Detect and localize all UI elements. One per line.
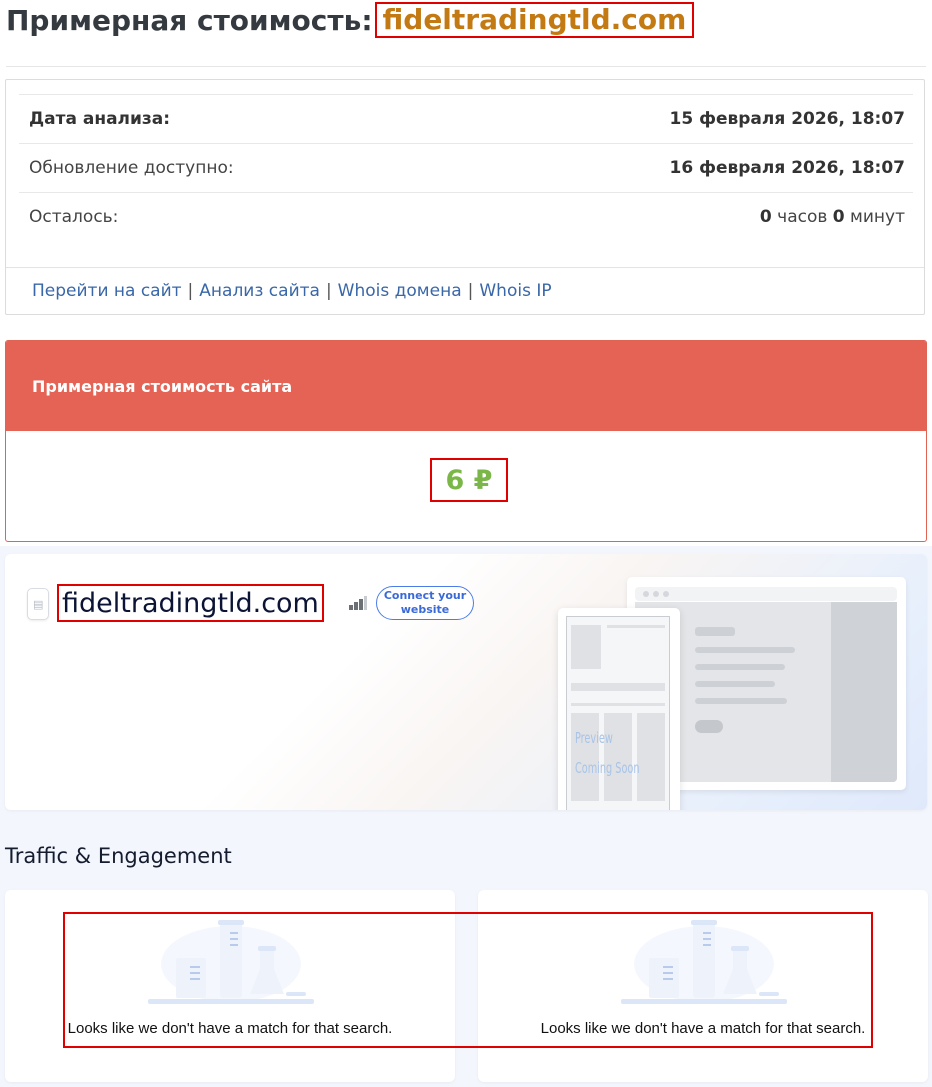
link-separator: | [187,281,194,301]
browser-dot-icon [663,591,669,597]
time-left-value: 0 часов 0 минут [760,207,905,227]
update-available-row: Обновление доступно: 16 февраля 2026, 18… [19,143,913,191]
browser-dot-icon [643,591,649,597]
site-overview-card: ▤ fideltradingtld.com Connect your websi… [5,554,927,810]
minutes-unit: минут [850,206,905,227]
mobile-frame: Preview Coming Soon [566,616,670,810]
update-available-label: Обновление доступно: [29,157,234,178]
preview-line-2: Coming Soon [575,759,640,777]
lab-flask-illustration-icon [148,920,314,1004]
analysis-date-label: Дата анализа: [29,108,171,129]
empty-state-message: Looks like we don't have a match for tha… [67,1020,393,1037]
placeholder-line [695,664,785,670]
placeholder-block [571,625,601,669]
minutes-value: 0 [832,206,845,227]
analysis-date-row: Дата анализа: 15 февраля 2026, 18:07 [19,94,913,142]
site-domain: fideltradingtld.com [57,584,324,622]
time-left-row: Осталось: 0 часов 0 минут [19,192,913,240]
link-separator: | [467,281,474,301]
estimated-cost-heading: Примерная стоимость сайта [6,341,926,431]
placeholder-line [695,698,787,704]
page-title-domain: fideltradingtld.com [374,2,695,38]
link-go-to-site[interactable]: Перейти на сайт [32,281,182,301]
placeholder-line [571,683,665,691]
empty-state-card-right: Looks like we don't have a match for tha… [478,890,928,1082]
browser-sidebar [831,602,897,782]
empty-state-message: Looks like we don't have a match for tha… [540,1020,866,1037]
link-whois-ip[interactable]: Whois IP [479,281,551,301]
link-separator: | [325,281,332,301]
placeholder-line [695,627,735,636]
link-whois-domain[interactable]: Whois домена [338,281,462,301]
placeholder-line [571,703,665,706]
placeholder-line [695,681,775,687]
estimated-cost-value: 6 ₽ [430,458,508,502]
page-title-prefix: Примерная стоимость: [6,3,373,37]
traffic-engagement-title: Traffic & Engagement [5,844,232,868]
empty-state-card-left: Looks like we don't have a match for tha… [5,890,455,1082]
lab-flask-illustration-icon [621,920,787,1004]
placeholder-line [695,647,795,653]
traffic-widget: ▤ fideltradingtld.com Connect your websi… [0,546,932,1087]
mobile-preview-illustration: Preview Coming Soon [558,608,680,810]
hours-unit: часов [777,206,828,227]
divider [6,66,926,67]
connect-website-button[interactable]: Connect your website [376,586,474,620]
time-left-label: Осталось: [29,206,119,227]
placeholder-block [637,713,665,801]
preview-line-1: Preview [575,729,613,747]
analysis-date-value: 15 февраля 2026, 18:07 [669,108,905,129]
link-site-analysis[interactable]: Анализ сайта [199,281,320,301]
rank-bars-icon [349,596,367,610]
browser-dot-icon [653,591,659,597]
analysis-info-card: Дата анализа: 15 февраля 2026, 18:07 Обн… [5,79,925,315]
hours-value: 0 [759,206,772,227]
site-links: Перейти на сайт | Анализ сайта | Whois д… [6,267,924,314]
update-available-value: 16 февраля 2026, 18:07 [669,157,905,178]
placeholder-line [607,625,665,628]
placeholder-button [695,720,723,733]
browser-bar [635,587,897,601]
preview-coming-soon-text: Preview Coming Soon [575,723,640,783]
page-title: Примерная стоимость: fideltradingtld.com [6,0,695,40]
favicon-icon: ▤ [27,588,49,620]
estimated-cost-card: Примерная стоимость сайта 6 ₽ [5,340,927,542]
